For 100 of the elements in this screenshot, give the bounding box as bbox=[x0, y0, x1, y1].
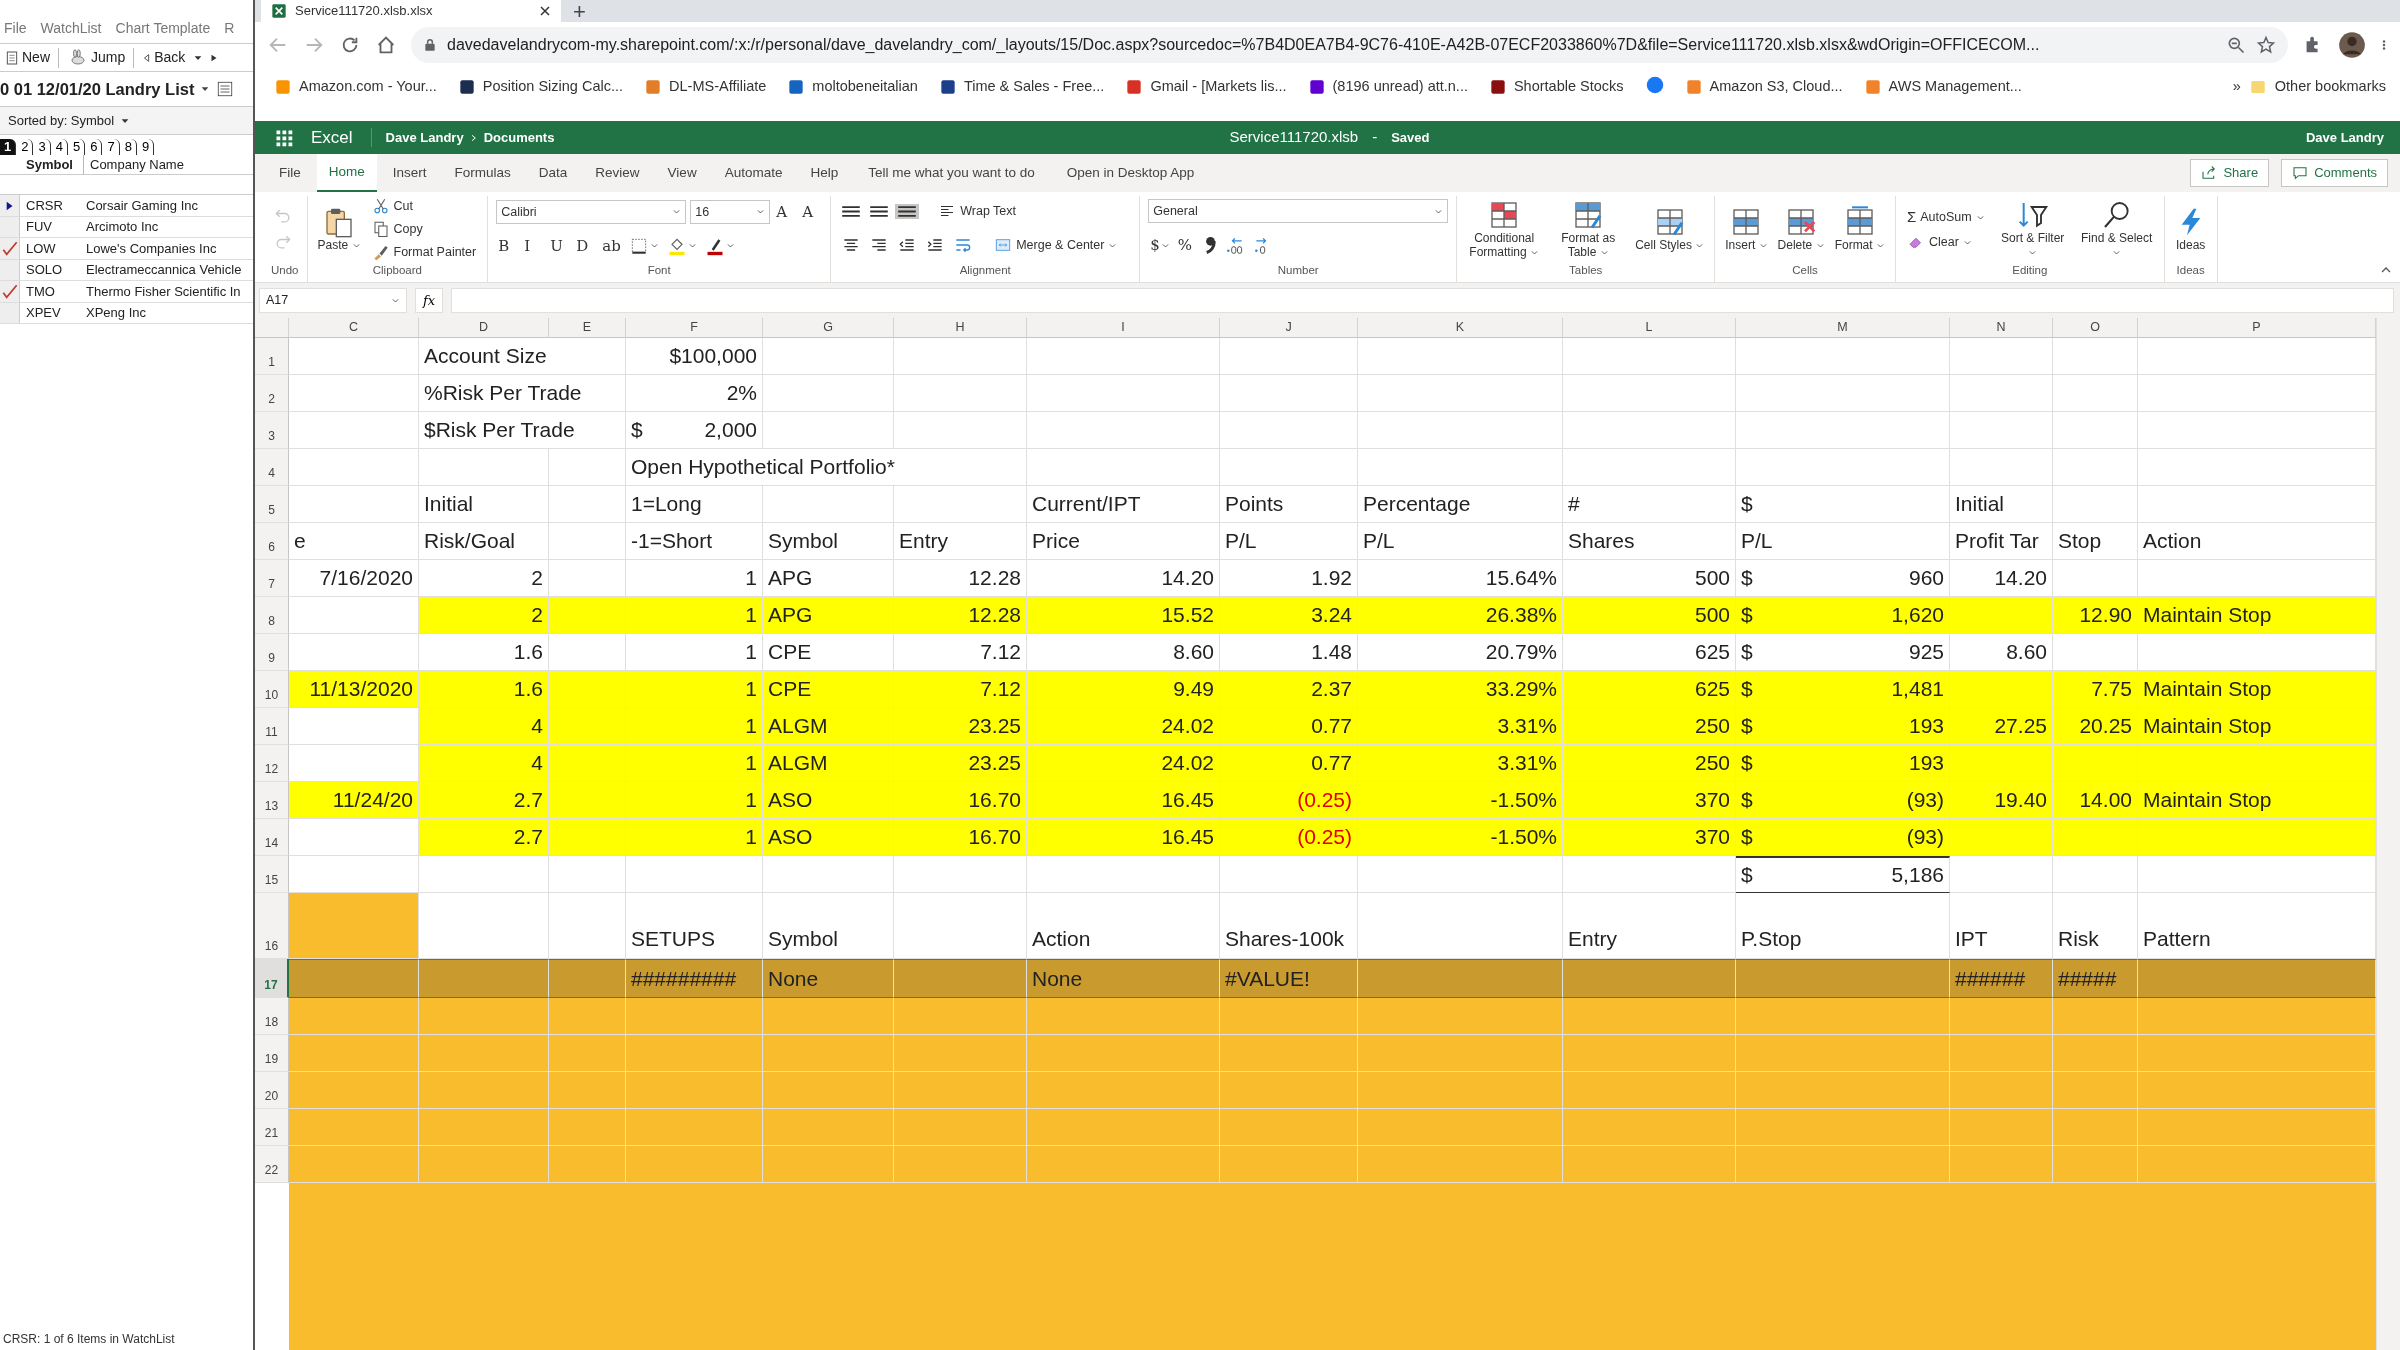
row-header[interactable]: 10 bbox=[255, 671, 289, 708]
ribbon-tab[interactable]: Insert bbox=[380, 154, 439, 192]
ribbon-tab[interactable]: Help bbox=[798, 154, 851, 192]
menu-item[interactable]: WatchList bbox=[40, 18, 102, 39]
row-header[interactable]: 13 bbox=[255, 782, 289, 819]
ribbon-button[interactable]: Insert bbox=[1723, 203, 1770, 254]
page-tab[interactable]: 3 bbox=[34, 139, 51, 156]
bookmark-link[interactable]: AWS Management... bbox=[1888, 76, 2022, 98]
toolbar-button[interactable]: Jump bbox=[65, 47, 128, 68]
column-header[interactable]: I bbox=[1027, 318, 1220, 338]
page-tab[interactable]: 2 bbox=[17, 139, 34, 156]
row-header[interactable]: 1 bbox=[255, 338, 289, 375]
style-toggle-button[interactable]: % bbox=[1175, 231, 1198, 259]
row-header[interactable]: 5 bbox=[255, 486, 289, 523]
ribbon-tab[interactable]: File bbox=[267, 154, 313, 192]
row-header[interactable]: 2 bbox=[255, 375, 289, 412]
style-toggle-button[interactable]: ab bbox=[600, 232, 623, 260]
symbol-text[interactable]: XPEV bbox=[20, 303, 84, 323]
column-header[interactable]: E bbox=[549, 318, 626, 338]
bookmark-link[interactable]: Amazon S3, Cloud... bbox=[1709, 76, 1843, 98]
page-tab[interactable]: 5 bbox=[68, 139, 86, 156]
ribbon-button[interactable]: Cut bbox=[368, 196, 480, 217]
symbol-text[interactable]: LOW bbox=[20, 238, 84, 259]
browser-tab[interactable]: Service111720.xlsb.xlsx bbox=[261, 0, 561, 22]
style-toggle-button[interactable]: U bbox=[548, 232, 571, 260]
column-header[interactable]: G bbox=[763, 318, 894, 338]
ribbon-button[interactable]: Conditional Formatting bbox=[1465, 196, 1544, 261]
tell-me-field[interactable]: Tell me what you want to do bbox=[854, 154, 1049, 192]
column-header[interactable]: J bbox=[1220, 318, 1358, 338]
style-toggle-button[interactable]: I bbox=[522, 232, 545, 260]
watchlist-row[interactable]: FUV Arcimoto Inc bbox=[0, 216, 253, 239]
ribbon-button[interactable]: Format bbox=[1832, 203, 1887, 254]
ribbon-button[interactable]: Sort & Filter bbox=[1993, 196, 2072, 261]
column-header[interactable]: C bbox=[289, 318, 419, 338]
toolbar-button[interactable] bbox=[895, 203, 920, 219]
row-header[interactable]: 21 bbox=[255, 1109, 289, 1146]
ribbon-button[interactable]: Wrap Text bbox=[935, 200, 1076, 222]
ribbon-button[interactable]: Σ AutoSum bbox=[1903, 205, 1988, 230]
row-header[interactable]: 22 bbox=[255, 1146, 289, 1183]
column-header[interactable]: M bbox=[1736, 318, 1950, 338]
ribbon-button[interactable]: Format Painter bbox=[368, 241, 480, 263]
row-header[interactable]: 6 bbox=[255, 523, 289, 560]
ribbon-button[interactable]: Format as Table bbox=[1549, 196, 1628, 261]
row-header[interactable]: 15 bbox=[255, 856, 289, 893]
style-toggle-button[interactable]: B bbox=[496, 232, 519, 260]
row-header[interactable]: 3 bbox=[255, 412, 289, 449]
bookmark-link[interactable]: (8196 unread) att.n... bbox=[1332, 76, 1468, 98]
toolbar-button[interactable]: New bbox=[2, 47, 52, 68]
row-header[interactable]: 11 bbox=[255, 708, 289, 745]
breadcrumb-link[interactable]: Dave Landry bbox=[385, 127, 464, 148]
ribbon-tab[interactable]: Home bbox=[316, 153, 377, 193]
row-header[interactable]: 14 bbox=[255, 819, 289, 856]
symbol-text[interactable]: SOLO bbox=[20, 260, 84, 280]
bookmark-link[interactable]: moltobeneitalian bbox=[812, 76, 918, 98]
desktop-app-link[interactable]: Open in Desktop App bbox=[1052, 154, 1209, 192]
column-header[interactable]: L bbox=[1563, 318, 1736, 338]
company-name[interactable]: Thermo Fisher Scientific In bbox=[84, 281, 241, 302]
column-header[interactable]: N bbox=[1950, 318, 2053, 338]
column-header[interactable]: H bbox=[894, 318, 1027, 338]
menu-item[interactable]: R bbox=[224, 18, 235, 39]
function-button[interactable]: fx bbox=[415, 288, 443, 313]
name-box[interactable]: A17 bbox=[259, 288, 407, 313]
page-tab[interactable]: 9 bbox=[137, 139, 155, 156]
symbol-text[interactable]: FUV bbox=[20, 217, 84, 237]
watchlist-row[interactable]: XPEV XPeng Inc bbox=[0, 302, 253, 325]
ribbon-button[interactable]: Paste bbox=[315, 204, 363, 255]
user-name[interactable]: Dave Landry bbox=[2305, 129, 2384, 145]
column-header[interactable]: F bbox=[626, 318, 763, 338]
style-toggle-button[interactable]: D bbox=[574, 232, 597, 260]
overflow-button[interactable]: » bbox=[2232, 76, 2241, 98]
row-header[interactable]: 9 bbox=[255, 634, 289, 671]
column-header[interactable]: K bbox=[1358, 318, 1563, 338]
row-header[interactable]: 12 bbox=[255, 745, 289, 782]
dropdown-field[interactable]: General bbox=[1148, 199, 1449, 224]
company-name[interactable]: Arcimoto Inc bbox=[84, 217, 159, 237]
page-tab[interactable]: 1 bbox=[0, 139, 17, 156]
style-toggle-button[interactable]: A bbox=[774, 198, 797, 226]
ribbon-tab[interactable]: Review bbox=[583, 154, 652, 192]
share-button[interactable]: Share bbox=[2190, 159, 2270, 187]
watchlist-row[interactable]: TMO Thermo Fisher Scientific In bbox=[0, 281, 253, 303]
breadcrumb-link[interactable]: Documents bbox=[483, 127, 555, 148]
formula-field[interactable] bbox=[451, 288, 2394, 313]
company-name[interactable]: Electrameccannica Vehicle bbox=[84, 260, 242, 280]
column-header[interactable]: O bbox=[2053, 318, 2138, 338]
bookmark-link[interactable]: Gmail - [Markets lis... bbox=[1150, 76, 1287, 98]
comments-button[interactable]: Comments bbox=[2281, 159, 2388, 187]
style-toggle-button[interactable]: A bbox=[800, 198, 823, 226]
ribbon-button[interactable]: Ideas bbox=[2172, 203, 2209, 254]
page-tab[interactable]: 4 bbox=[51, 139, 68, 156]
symbol-text[interactable]: CRSR bbox=[20, 195, 84, 216]
ribbon-button[interactable]: Copy bbox=[368, 218, 480, 240]
watchlist-row[interactable]: LOW Lowe's Companies Inc bbox=[0, 238, 253, 260]
ribbon-button[interactable]: Clear bbox=[1903, 231, 1988, 253]
row-header[interactable]: 8 bbox=[255, 597, 289, 634]
bookmark-link[interactable]: Position Sizing Calc... bbox=[482, 76, 624, 98]
toolbar-button[interactable]: Back bbox=[140, 47, 188, 68]
menu-item[interactable]: File bbox=[4, 18, 27, 39]
scrollbar[interactable] bbox=[2376, 318, 2400, 1350]
row-header[interactable]: 7 bbox=[255, 560, 289, 597]
company-name[interactable]: Corsair Gaming Inc bbox=[84, 195, 198, 216]
